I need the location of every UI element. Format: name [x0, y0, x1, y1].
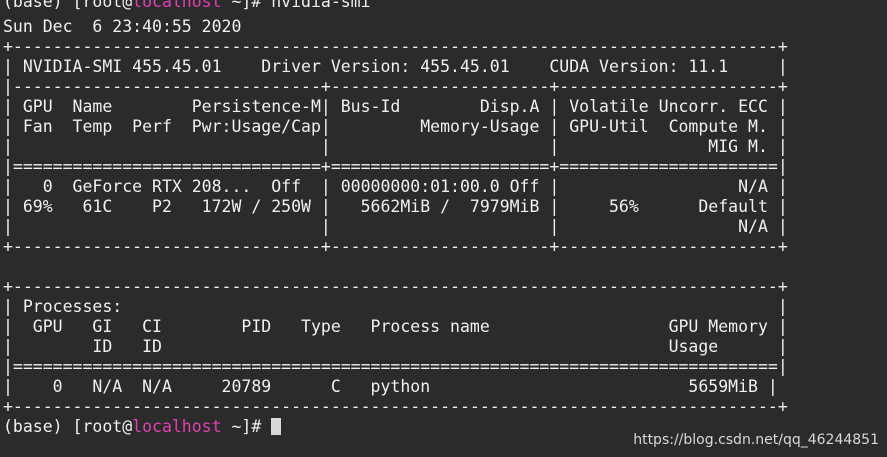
watermark-url: https://blog.csdn.net/qq_46244851: [633, 432, 879, 448]
output-line: | Processes: |: [3, 297, 788, 316]
prompt-line[interactable]: (base) [root@localhost ~]#: [3, 417, 282, 437]
output-line: | 0 GeForce RTX 208... Off | 00000000:01…: [3, 177, 788, 196]
prompt-host: localhost: [132, 0, 222, 11]
output-line: | NVIDIA-SMI 455.45.01 Driver Version: 4…: [3, 57, 788, 76]
datetime-line: Sun Dec 6 23:40:55 2020: [3, 17, 242, 36]
output-line: | Fan Temp Perf Pwr:Usage/Cap| Memory-Us…: [3, 117, 788, 136]
prompt-host: localhost: [132, 417, 222, 436]
output-line: | GPU GI CI PID Type Process name GPU Me…: [3, 317, 788, 336]
text-cursor: [271, 418, 282, 435]
terminal-window[interactable]: (base) [root@localhost ~]# nvidia-smi Su…: [0, 0, 887, 457]
prompt-line: (base) [root@localhost ~]# nvidia-smi: [3, 0, 371, 12]
output-line: |=======================================…: [3, 357, 788, 376]
prompt-prefix: (base) [root@: [3, 417, 133, 436]
output-line: | | | MIG M. |: [3, 137, 788, 156]
output-line: | GPU Name Persistence-M| Bus-Id Disp.A …: [3, 97, 788, 116]
output-line: |-------------------------------+-------…: [3, 77, 788, 96]
output-line: +---------------------------------------…: [3, 277, 788, 296]
output-line: | 0 N/A N/A 20789 C python 5659MiB |: [3, 377, 778, 396]
output-line: +-------------------------------+-------…: [3, 237, 788, 256]
output-line: +---------------------------------------…: [3, 37, 788, 56]
output-line: |===============================+=======…: [3, 157, 788, 176]
output-line: | 69% 61C P2 172W / 250W | 5662MiB / 797…: [3, 197, 788, 216]
prompt-symbol: ~]#: [221, 417, 272, 436]
output-line: | ID ID Usage |: [3, 337, 788, 356]
prompt-command: ~]# nvidia-smi: [221, 0, 371, 11]
output-line: | | | N/A |: [3, 217, 788, 236]
prompt-prefix: (base) [root@: [3, 0, 133, 11]
output-line: +---------------------------------------…: [3, 397, 788, 416]
